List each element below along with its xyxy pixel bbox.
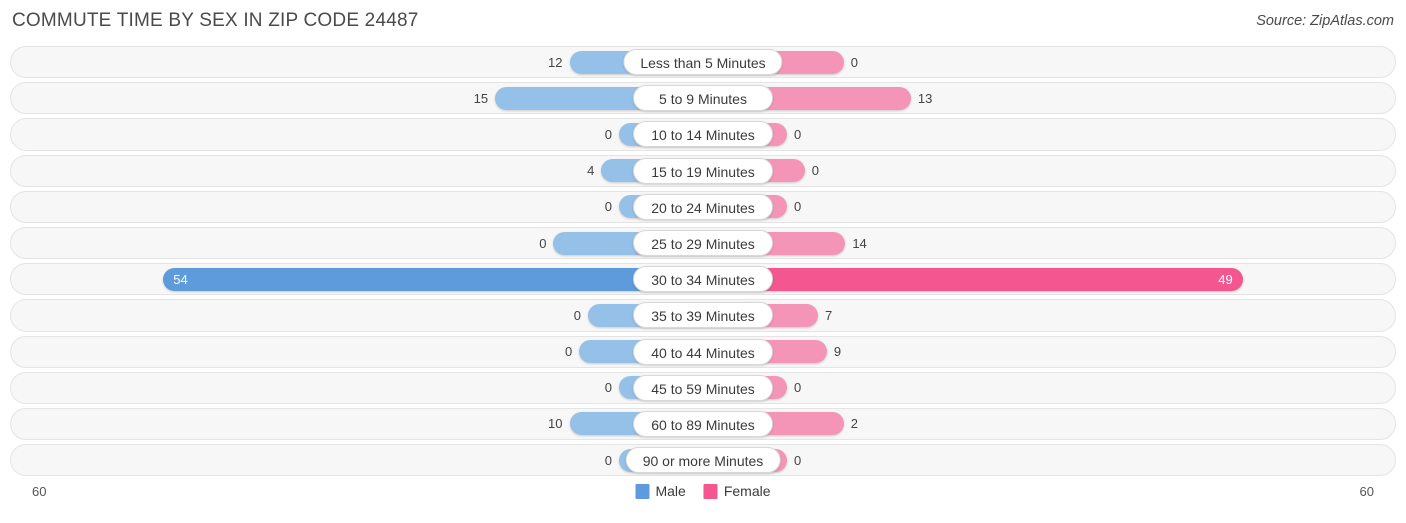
chart-row[interactable]: 0 7 35 to 39 Minutes	[10, 297, 1396, 333]
female-value: 14	[852, 235, 867, 251]
legend-label-female: Female	[723, 483, 771, 500]
row-category-label: 25 to 29 Minutes	[633, 230, 773, 257]
male-value: 54	[173, 271, 188, 287]
row-category-label: 30 to 34 Minutes	[633, 266, 773, 293]
row-category-label: 40 to 44 Minutes	[633, 338, 773, 365]
female-bar[interactable]: 49	[725, 267, 1243, 291]
male-value: 0	[539, 235, 547, 251]
male-value: 0	[604, 126, 612, 142]
female-value: 0	[850, 54, 858, 70]
female-swatch-icon	[703, 483, 718, 499]
chart-row[interactable]: 15 13 5 to 9 Minutes	[10, 80, 1396, 116]
female-value: 0	[794, 199, 802, 215]
chart-row[interactable]: 10 2 60 to 89 Minutes	[10, 406, 1396, 442]
female-value: 7	[824, 307, 833, 323]
female-value: 0	[811, 163, 819, 179]
row-category-label: 60 to 89 Minutes	[633, 410, 773, 437]
male-bar[interactable]	[553, 231, 638, 255]
row-category-label: 15 to 19 Minutes	[633, 157, 773, 184]
row-category-label: 35 to 39 Minutes	[633, 302, 773, 329]
chart-row[interactable]: 54 49 30 to 34 Minutes	[10, 261, 1396, 297]
male-value: 0	[564, 344, 573, 360]
row-category-label: 5 to 9 Minutes	[633, 85, 773, 112]
male-value: 4	[587, 163, 595, 179]
chart-row[interactable]: 4 0 15 to 19 Minutes	[10, 153, 1396, 189]
diverging-bar-chart: 12 0 Less than 5 Minutes 15 13 5 to 9 Minutes…	[0, 44, 1406, 478]
chart-row[interactable]: 0 0 20 to 24 Minutes	[10, 189, 1396, 225]
chart-footer: 60 Male Female 60	[0, 478, 1406, 511]
legend-item-female[interactable]: Female	[703, 483, 771, 500]
axis-label-left: 60	[32, 484, 47, 500]
female-value: 2	[850, 416, 858, 432]
male-side: 0	[539, 231, 638, 255]
chart-row[interactable]: 0 0 10 to 14 Minutes	[10, 116, 1396, 152]
female-value: 0	[794, 380, 802, 396]
male-value: 0	[604, 199, 612, 215]
male-value: 0	[604, 380, 612, 396]
source-attribution: Source: ZipAtlas.com	[1256, 13, 1394, 29]
chart-row[interactable]: 0 9 40 to 44 Minutes	[10, 334, 1396, 370]
female-value: 0	[794, 452, 802, 468]
male-swatch-icon	[635, 483, 650, 499]
female-value: 49	[1218, 271, 1233, 287]
page-title: COMMUTE TIME BY SEX IN ZIP CODE 24487	[12, 10, 419, 31]
female-side: 49	[725, 267, 1243, 291]
male-value: 0	[604, 452, 612, 468]
male-value: 15	[473, 90, 489, 106]
legend-item-male[interactable]: Male	[635, 483, 686, 500]
row-category-label: 90 or more Minutes	[625, 447, 781, 474]
row-category-label: 45 to 59 Minutes	[633, 374, 773, 401]
male-value: 10	[548, 416, 563, 432]
chart-row[interactable]: 0 0 45 to 59 Minutes	[10, 370, 1396, 406]
row-category-label: 10 to 14 Minutes	[633, 121, 773, 148]
female-value: 0	[794, 126, 802, 142]
row-category-label: 20 to 24 Minutes	[633, 193, 773, 220]
chart-legend: Male Female	[635, 483, 771, 500]
male-value: 0	[573, 307, 582, 323]
female-value: 13	[917, 90, 933, 106]
chart-header: COMMUTE TIME BY SEX IN ZIP CODE 24487 So…	[0, 0, 1406, 44]
chart-row[interactable]: 0 14 25 to 29 Minutes	[10, 225, 1396, 261]
male-value: 12	[548, 54, 563, 70]
female-value: 9	[833, 344, 842, 360]
row-category-label: Less than 5 Minutes	[623, 49, 783, 76]
chart-row[interactable]: 0 0 90 or more Minutes	[10, 442, 1396, 478]
chart-row[interactable]: 12 0 Less than 5 Minutes	[10, 44, 1396, 80]
axis-label-right: 60	[1359, 484, 1374, 500]
legend-label-male: Male	[655, 483, 686, 500]
